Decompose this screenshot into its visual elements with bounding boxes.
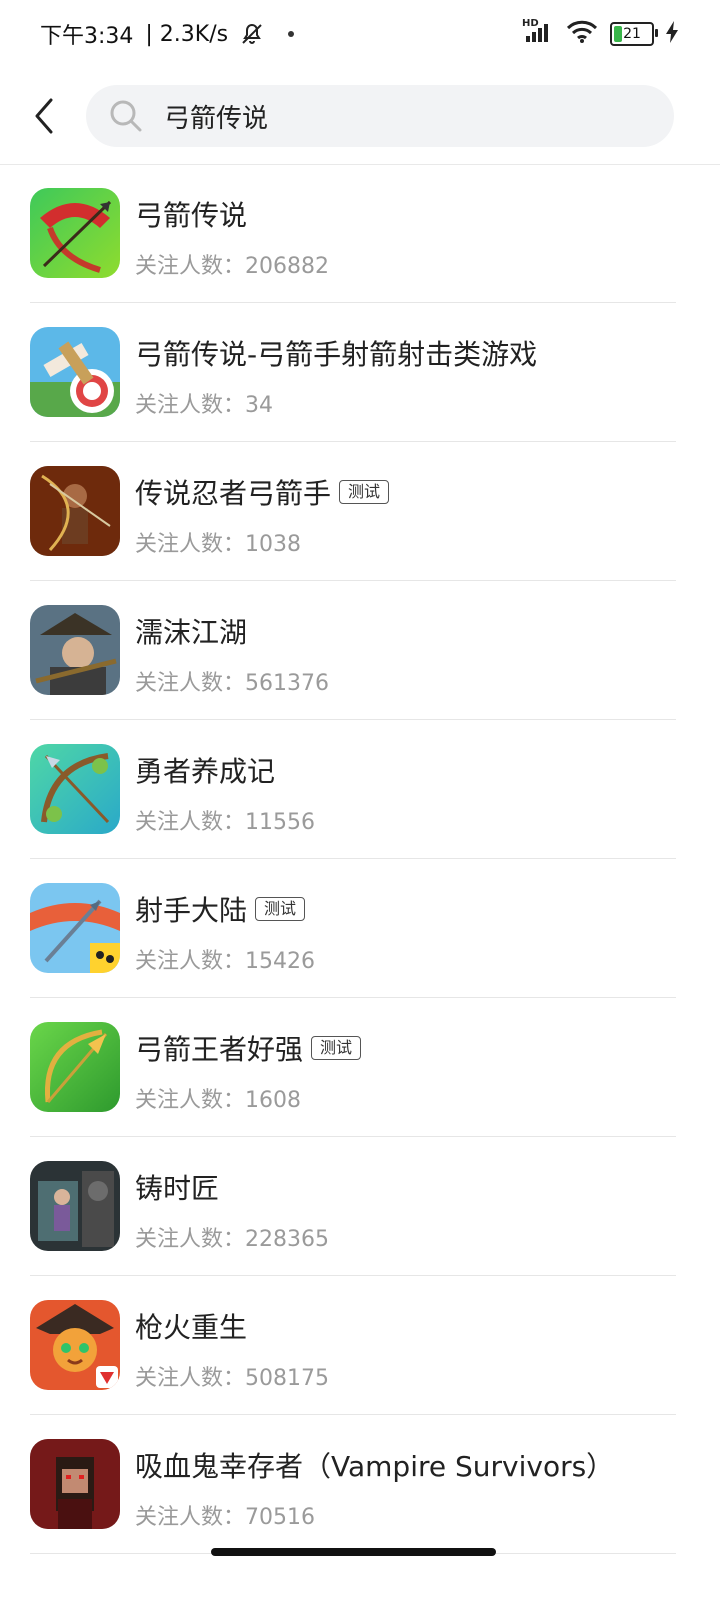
app-title: 传说忍者弓箭手	[135, 477, 332, 510]
title-row: 弓箭传说	[135, 194, 680, 234]
search-input[interactable]: 弓箭传说	[86, 85, 674, 147]
test-badge: 测试	[339, 480, 390, 504]
app-title: 濡沫江湖	[135, 616, 248, 649]
title-row: 弓箭传说-弓箭手射箭射击类游戏	[135, 333, 680, 373]
list-item[interactable]: 射手大陆 测试 关注人数：15426	[0, 859, 720, 998]
app-title: 弓箭传说	[135, 199, 248, 232]
app-icon-vampire-survivors	[30, 1439, 120, 1529]
app-title: 铸时匠	[135, 1172, 220, 1205]
list-item-text: 濡沫江湖 关注人数：561376	[135, 611, 680, 697]
wifi-icon	[566, 20, 598, 48]
list-item[interactable]: 勇者养成记 关注人数：11556	[0, 720, 720, 859]
list-item-text: 枪火重生 关注人数：508175	[135, 1306, 680, 1392]
search-header: 弓箭传说	[0, 68, 720, 164]
follower-count: 关注人数：206882	[135, 254, 329, 279]
list-item[interactable]: 弓箭传说-弓箭手射箭射击类游戏 关注人数：34	[0, 303, 720, 442]
app-icon-archero	[30, 188, 120, 278]
title-row: 射手大陆 测试	[135, 889, 680, 929]
signal-icon: HD	[522, 18, 554, 48]
follower-count: 关注人数：561376	[135, 671, 329, 696]
list-item[interactable]: 弓箭传说 关注人数：206882	[0, 164, 720, 303]
list-item-text: 勇者养成记 关注人数：11556	[135, 750, 680, 836]
battery-level-fill	[614, 26, 622, 42]
search-icon	[110, 100, 142, 132]
test-badge: 测试	[255, 897, 306, 921]
app-title: 弓箭传说-弓箭手射箭射击类游戏	[135, 338, 538, 371]
list-item-text: 吸血鬼幸存者（Vampire Survivors） 关注人数：70516	[135, 1445, 680, 1531]
follower-count: 关注人数：11556	[135, 810, 315, 835]
app-title: 吸血鬼幸存者（Vampire Survivors）	[135, 1450, 615, 1483]
app-title: 弓箭王者好强	[135, 1033, 304, 1066]
list-item[interactable]: 弓箭王者好强 测试 关注人数：1608	[0, 998, 720, 1137]
list-item[interactable]: 传说忍者弓箭手 测试 关注人数：1038	[0, 442, 720, 581]
status-right: HD 21	[522, 18, 680, 48]
app-icon-timesmith	[30, 1161, 120, 1251]
title-row: 弓箭王者好强 测试	[135, 1028, 680, 1068]
app-title: 勇者养成记	[135, 755, 276, 788]
list-item-text: 弓箭王者好强 测试 关注人数：1608	[135, 1028, 680, 1114]
app-icon-archer-land	[30, 883, 120, 973]
back-button[interactable]	[24, 96, 64, 136]
list-item[interactable]: 铸时匠 关注人数：228365	[0, 1137, 720, 1276]
status-dot	[288, 31, 295, 37]
list-item[interactable]: 濡沫江湖 关注人数：561376	[0, 581, 720, 720]
status-time: 下午3:34	[40, 24, 134, 49]
follower-count: 关注人数：70516	[135, 1505, 315, 1530]
list-item-text: 弓箭传说-弓箭手射箭射击类游戏 关注人数：34	[135, 333, 680, 419]
app-icon-rumo-jianghu	[30, 605, 120, 695]
title-row: 铸时匠	[135, 1167, 680, 1207]
follower-count: 关注人数：1038	[135, 532, 301, 557]
list-item[interactable]: 枪火重生 关注人数：508175	[0, 1276, 720, 1415]
charging-bolt-icon	[666, 21, 680, 47]
title-row: 枪火重生	[135, 1306, 680, 1346]
app-icon-ninja-archer	[30, 466, 120, 556]
app-title: 射手大陆	[135, 894, 248, 927]
bell-off-icon	[240, 22, 264, 46]
app-icon-archery-target	[30, 327, 120, 417]
status-net-speed: | 2.3K/s	[145, 21, 229, 47]
battery-tip	[655, 29, 658, 37]
test-badge: 测试	[311, 1036, 362, 1060]
home-indicator[interactable]	[211, 1548, 496, 1556]
follower-count: 关注人数：34	[135, 393, 273, 418]
follower-count: 关注人数：228365	[135, 1227, 329, 1252]
battery-icon: 21	[610, 22, 658, 46]
search-results-list: 弓箭传说 关注人数：206882 弓箭传说-弓箭手射箭射击类游戏 关注人数：34…	[0, 164, 720, 1554]
title-row: 濡沫江湖	[135, 611, 680, 651]
app-icon-hero-training	[30, 744, 120, 834]
network-type-label: HD	[522, 18, 539, 29]
title-row: 勇者养成记	[135, 750, 680, 790]
search-results-screen: 下午3:34 | 2.3K/s HD 21 弓箭传说 弓箭传说 关注人数：206…	[0, 0, 720, 1600]
list-item-text: 弓箭传说 关注人数：206882	[135, 194, 680, 280]
battery-percent: 21	[623, 26, 641, 42]
status-bar: 下午3:34 | 2.3K/s HD 21	[0, 0, 720, 68]
follower-count: 关注人数：1608	[135, 1088, 301, 1113]
app-icon-archery-king	[30, 1022, 120, 1112]
search-query-text: 弓箭传说	[164, 103, 269, 134]
back-arrow-icon	[35, 98, 53, 134]
title-row: 传说忍者弓箭手 测试	[135, 472, 680, 512]
list-item-text: 传说忍者弓箭手 测试 关注人数：1038	[135, 472, 680, 558]
app-title: 枪火重生	[135, 1311, 248, 1344]
app-icon-gunfire-reborn	[30, 1300, 120, 1390]
follower-count: 关注人数：15426	[135, 949, 315, 974]
status-left: 下午3:34 | 2.3K/s	[40, 18, 295, 50]
list-item-text: 射手大陆 测试 关注人数：15426	[135, 889, 680, 975]
list-item[interactable]: 吸血鬼幸存者（Vampire Survivors） 关注人数：70516	[0, 1415, 720, 1554]
title-row: 吸血鬼幸存者（Vampire Survivors）	[135, 1445, 680, 1485]
follower-count: 关注人数：508175	[135, 1366, 329, 1391]
list-item-text: 铸时匠 关注人数：228365	[135, 1167, 680, 1253]
